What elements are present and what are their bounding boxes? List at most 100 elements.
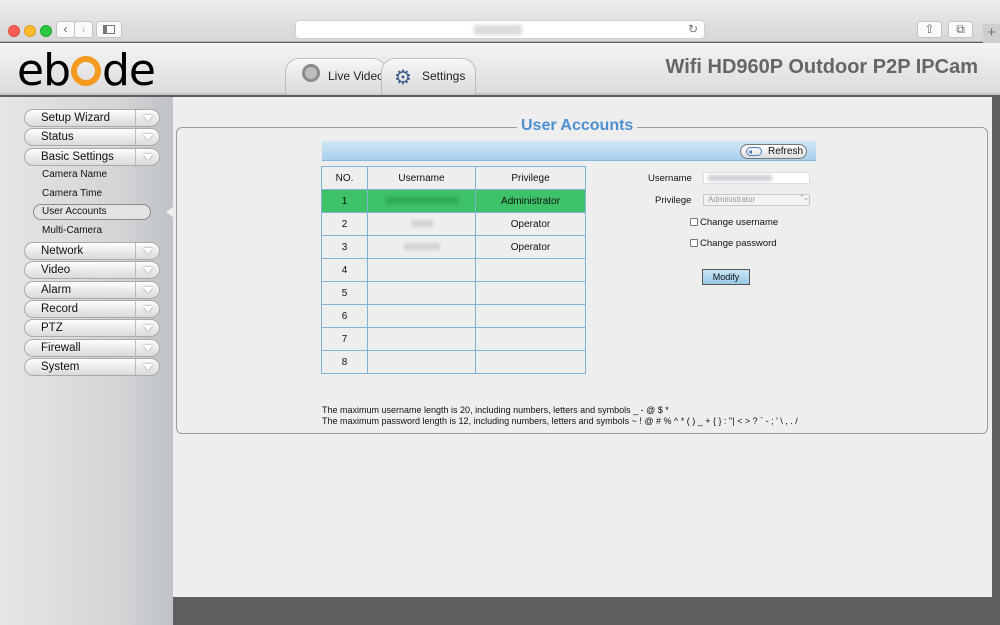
cell-username — [367, 212, 476, 236]
browser-toolbar: ‹ › ↻ ⇧ ⧉ + — [0, 0, 1000, 43]
forward-button[interactable]: › — [74, 21, 93, 38]
cell-privilege: Operator — [475, 235, 586, 259]
address-bar[interactable]: ↻ — [295, 20, 705, 39]
menu-label: Record — [41, 303, 79, 315]
table-row[interactable]: 2 Operator — [321, 212, 586, 236]
cell-no: 8 — [321, 350, 368, 374]
tab-label: Live Video — [328, 69, 384, 83]
menu-record[interactable]: Record — [24, 300, 160, 318]
menu-label: Basic Settings — [41, 151, 114, 163]
menu-label: Setup Wizard — [41, 112, 111, 124]
zoom-window-button[interactable] — [40, 25, 52, 37]
column-header-privilege: Privilege — [475, 166, 586, 190]
chevron-down-icon — [135, 262, 159, 278]
cell-no: 3 — [321, 235, 368, 259]
accounts-table: NO. Username Privilege 1 Administrator 2… — [321, 166, 586, 374]
table-header-row: NO. Username Privilege — [321, 166, 586, 190]
webcam-icon — [302, 64, 320, 82]
privilege-select[interactable]: Administrator — [703, 194, 810, 206]
show-tabs-button[interactable]: ⧉ — [948, 21, 973, 38]
chevron-down-icon — [135, 110, 159, 126]
submenu-camera-name[interactable]: Camera Name — [42, 169, 107, 180]
refresh-label: Refresh — [768, 146, 804, 157]
chevron-down-icon — [135, 129, 159, 145]
chevron-down-icon — [135, 282, 159, 298]
sidebar-icon — [103, 25, 115, 34]
sidebar-toggle-button[interactable] — [96, 21, 122, 38]
close-window-button[interactable] — [8, 25, 20, 37]
chevron-down-icon — [135, 301, 159, 317]
change-password-label: Change password — [700, 238, 777, 249]
menu-firewall[interactable]: Firewall — [24, 339, 160, 357]
cell-no: 7 — [321, 327, 368, 351]
table-row[interactable]: 7 — [321, 327, 586, 351]
menu-label: PTZ — [41, 322, 63, 334]
chevron-down-icon — [135, 149, 159, 165]
new-tab-button[interactable]: + — [983, 24, 1000, 43]
username-field[interactable] — [703, 172, 810, 184]
menu-label: Alarm — [41, 284, 72, 296]
menu-alarm[interactable]: Alarm — [24, 281, 160, 299]
menu-label: Status — [41, 131, 74, 143]
table-row[interactable]: 5 — [321, 281, 586, 305]
cell-privilege — [475, 327, 586, 351]
menu-setup-wizard[interactable]: Setup Wizard — [24, 109, 160, 127]
menu-network[interactable]: Network — [24, 242, 160, 260]
cell-username — [367, 189, 476, 213]
cell-privilege — [475, 281, 586, 305]
cell-username — [367, 281, 476, 305]
cell-no: 1 — [321, 189, 368, 213]
menu-label: Video — [41, 264, 71, 276]
chevron-down-icon — [135, 359, 159, 375]
table-row[interactable]: 3 Operator — [321, 235, 586, 259]
cell-username — [367, 304, 476, 328]
cell-privilege: Operator — [475, 212, 586, 236]
menu-label: System — [41, 361, 80, 373]
cell-no: 6 — [321, 304, 368, 328]
cell-no: 5 — [321, 281, 368, 305]
privilege-label: Privilege — [655, 195, 692, 206]
tab-live-video[interactable]: Live Video — [285, 58, 387, 94]
cell-privilege — [475, 350, 586, 374]
cell-username — [367, 350, 476, 374]
submenu-multi-camera[interactable]: Multi-Camera — [42, 225, 102, 236]
menu-status[interactable]: Status — [24, 128, 160, 146]
reload-icon[interactable]: ↻ — [688, 22, 698, 36]
refresh-icon — [746, 147, 762, 156]
redacted-username — [410, 219, 433, 227]
modify-button[interactable]: Modify — [702, 269, 750, 285]
chevron-down-icon — [135, 320, 159, 336]
table-row[interactable]: 1 Administrator — [321, 189, 586, 213]
username-label: Username — [648, 173, 692, 184]
table-row[interactable]: 4 — [321, 258, 586, 282]
cell-privilege: Administrator — [475, 189, 586, 213]
cell-username — [367, 258, 476, 282]
menu-ptz[interactable]: PTZ — [24, 319, 160, 337]
change-password-checkbox[interactable] — [690, 239, 698, 247]
refresh-button[interactable]: Refresh — [740, 144, 807, 159]
submenu-user-accounts[interactable]: User Accounts — [33, 204, 151, 220]
window-edge — [992, 97, 1000, 625]
menu-label: Firewall — [41, 342, 81, 354]
chevron-down-icon — [135, 340, 159, 356]
share-button[interactable]: ⇧ — [917, 21, 942, 38]
cell-privilege — [475, 304, 586, 328]
menu-label: Network — [41, 245, 84, 257]
tab-settings[interactable]: ⚙ Settings — [381, 58, 476, 94]
cell-username — [367, 327, 476, 351]
page-title: User Accounts — [517, 117, 638, 135]
tab-label: Settings — [422, 69, 466, 83]
back-button[interactable]: ‹ — [56, 21, 75, 38]
table-row[interactable]: 8 — [321, 350, 586, 374]
minimize-window-button[interactable] — [24, 25, 36, 37]
menu-basic-settings[interactable]: Basic Settings — [24, 148, 160, 166]
change-username-checkbox[interactable] — [690, 218, 698, 226]
redacted-username — [385, 196, 458, 204]
username-rule-note: The maximum username length is 20, inclu… — [322, 405, 669, 415]
submenu-camera-time[interactable]: Camera Time — [42, 188, 102, 199]
menu-video[interactable]: Video — [24, 261, 160, 279]
ebode-logo: eb de — [17, 45, 156, 96]
table-row[interactable]: 6 — [321, 304, 586, 328]
column-header-username: Username — [367, 166, 476, 190]
menu-system[interactable]: System — [24, 358, 160, 376]
